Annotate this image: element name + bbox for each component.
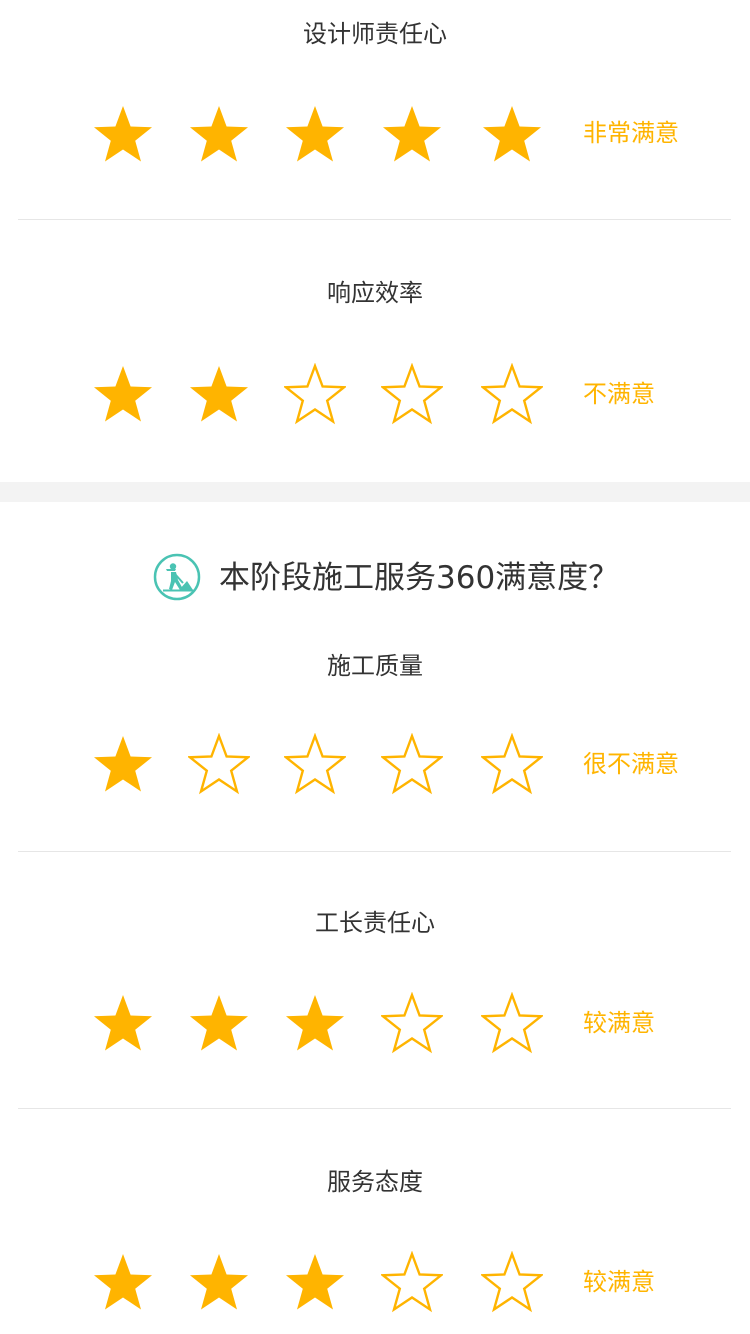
rating-label: 较满意 — [583, 1009, 655, 1037]
rating-page: 设计师责任心非常满意 响应效率不满意 本阶段施工服务360满意度？ 施工质量很不… — [0, 0, 750, 1334]
star-filled-icon[interactable] — [284, 992, 346, 1054]
rating-label: 非常满意 — [583, 119, 679, 147]
rating-title: 工长责任心 — [315, 909, 435, 937]
star-outline-icon[interactable] — [284, 733, 346, 795]
star-outline-icon[interactable] — [481, 733, 543, 795]
star-outline-icon[interactable] — [481, 363, 543, 425]
star-filled-icon[interactable] — [381, 103, 443, 165]
divider — [18, 219, 731, 220]
star-filled-icon[interactable] — [92, 992, 154, 1054]
star-filled-icon[interactable] — [481, 103, 543, 165]
star-outline-icon[interactable] — [381, 992, 443, 1054]
star-outline-icon[interactable] — [481, 992, 543, 1054]
rating-label: 较满意 — [583, 1268, 655, 1296]
star-filled-icon[interactable] — [92, 733, 154, 795]
star-filled-icon[interactable] — [284, 103, 346, 165]
star-filled-icon[interactable] — [188, 992, 250, 1054]
section-title: 本阶段施工服务360满意度？ — [219, 560, 620, 596]
star-filled-icon[interactable] — [188, 1251, 250, 1313]
star-filled-icon[interactable] — [92, 363, 154, 425]
star-outline-icon[interactable] — [188, 733, 250, 795]
section-heading: 本阶段施工服务360满意度？ — [0, 550, 750, 606]
star-outline-icon[interactable] — [284, 363, 346, 425]
rating-label: 不满意 — [583, 380, 655, 408]
star-outline-icon[interactable] — [481, 1251, 543, 1313]
divider — [18, 851, 731, 852]
star-filled-icon[interactable] — [92, 1251, 154, 1313]
star-outline-icon[interactable] — [381, 363, 443, 425]
divider — [18, 1108, 731, 1109]
rating-title: 服务态度 — [327, 1168, 423, 1196]
star-outline-icon[interactable] — [381, 1251, 443, 1313]
star-filled-icon[interactable] — [188, 103, 250, 165]
rating-title: 施工质量 — [327, 652, 423, 680]
star-filled-icon[interactable] — [92, 103, 154, 165]
rating-label: 很不满意 — [583, 750, 679, 778]
construction-worker-icon — [153, 553, 201, 601]
star-filled-icon[interactable] — [284, 1251, 346, 1313]
rating-title: 响应效率 — [327, 279, 423, 307]
rating-title: 设计师责任心 — [303, 20, 447, 48]
star-filled-icon[interactable] — [188, 363, 250, 425]
section-separator — [0, 482, 750, 502]
star-outline-icon[interactable] — [381, 733, 443, 795]
